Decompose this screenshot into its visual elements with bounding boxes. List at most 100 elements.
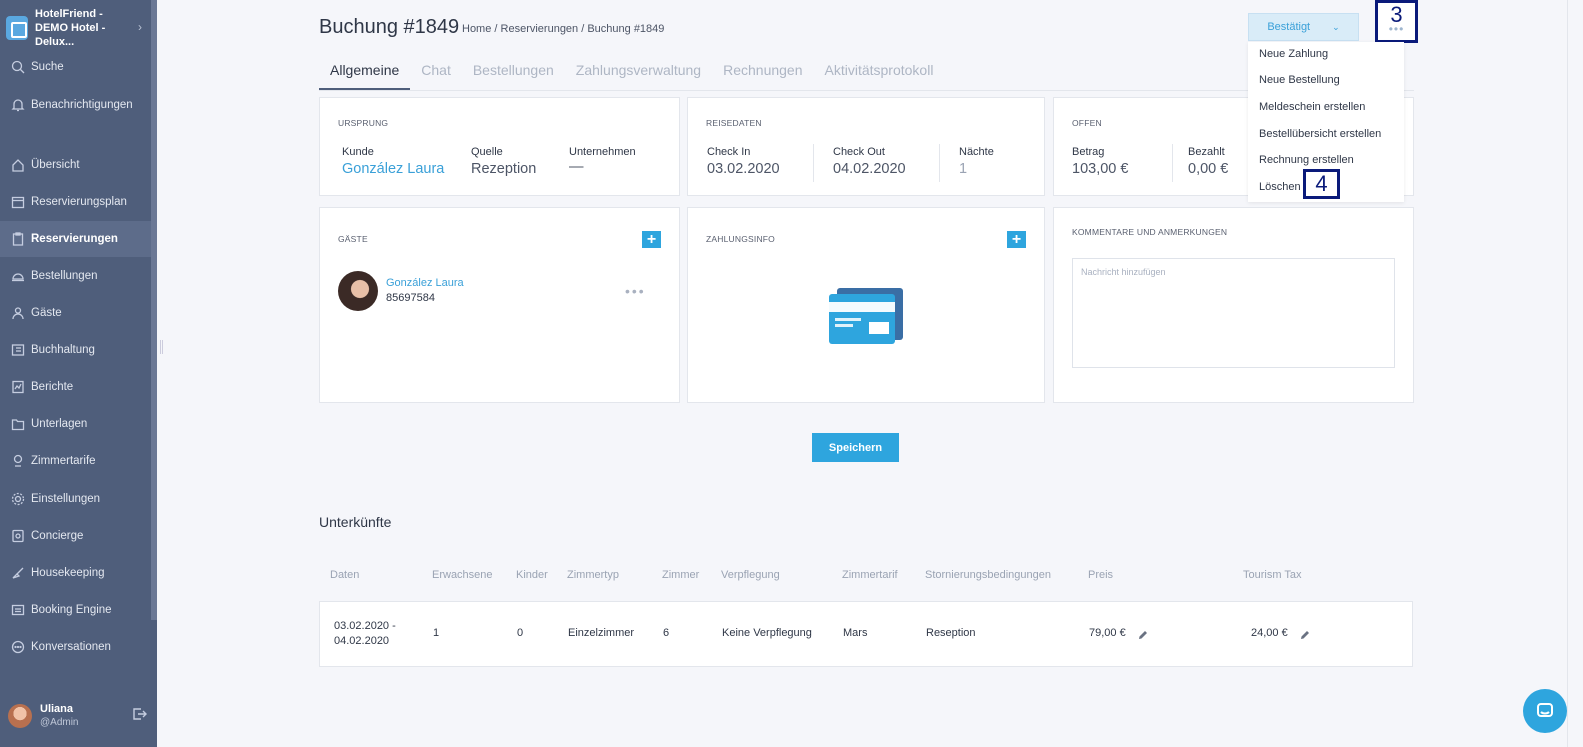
sidebar-item-documents[interactable]: Unterlagen bbox=[0, 406, 151, 442]
sidebar-item-guests[interactable]: Gäste bbox=[0, 295, 151, 331]
source-label: Quelle bbox=[471, 146, 503, 158]
menu-item-create-invoice[interactable]: Rechnung erstellen bbox=[1259, 150, 1399, 170]
calendar-icon bbox=[10, 195, 25, 210]
payment-info-title: ZAHLUNGSINFO bbox=[706, 234, 775, 244]
more-dots-icon: ••• bbox=[1388, 22, 1405, 36]
sidebar-collapse-handle[interactable] bbox=[160, 340, 163, 354]
comments-title: KOMMENTARE UND ANMERKUNGEN bbox=[1072, 227, 1228, 237]
status-dropdown[interactable]: Bestätigt ⌄ bbox=[1248, 13, 1359, 41]
breadcrumb[interactable]: Home / Reservierungen / Buchung #1849 bbox=[462, 23, 664, 35]
customer-link[interactable]: González Laura bbox=[342, 161, 444, 177]
sidebar: HotelFriend - DEMO Hotel - Delux... › Su… bbox=[0, 0, 157, 747]
tab-general[interactable]: Allgemeine bbox=[319, 56, 411, 91]
nights-label: Nächte bbox=[959, 146, 994, 158]
sidebar-item-label: Buchhaltung bbox=[31, 344, 95, 356]
annotation-marker-4: 4 bbox=[1303, 169, 1340, 199]
sidebar-item-overview[interactable]: Übersicht bbox=[0, 147, 151, 183]
gear-icon bbox=[10, 492, 25, 507]
add-guest-button[interactable]: + bbox=[642, 231, 661, 248]
edit-price-pencil-icon[interactable] bbox=[1138, 629, 1148, 639]
accommodations-title: Unterkünfte bbox=[319, 514, 392, 530]
column-header-tourism-tax: Tourism Tax bbox=[1243, 569, 1302, 581]
guest-avatar bbox=[338, 271, 378, 311]
menu-item-new-payment[interactable]: Neue Zahlung bbox=[1259, 44, 1399, 64]
sidebar-item-booking-engine[interactable]: Booking Engine bbox=[0, 592, 151, 628]
sidebar-item-reports[interactable]: Berichte bbox=[0, 369, 151, 405]
amount-value: 103,00 € bbox=[1072, 161, 1129, 177]
row-room: 6 bbox=[663, 627, 670, 639]
sidebar-item-label: Housekeeping bbox=[31, 567, 105, 579]
sidebar-item-reservations[interactable]: Reservierungen bbox=[0, 221, 151, 257]
save-button[interactable]: Speichern bbox=[812, 433, 899, 462]
more-actions-button[interactable]: 3 ••• bbox=[1375, 0, 1418, 43]
sidebar-item-accounting[interactable]: Buchhaltung bbox=[0, 332, 151, 368]
chat-icon bbox=[10, 640, 25, 655]
person-icon bbox=[10, 306, 25, 321]
tab-payment-management[interactable]: Zahlungsverwaltung bbox=[565, 56, 712, 91]
row-date-from: 03.02.2020 - bbox=[334, 620, 396, 632]
status-label: Bestätigt bbox=[1267, 21, 1311, 33]
menu-item-new-order[interactable]: Neue Bestellung bbox=[1259, 70, 1399, 90]
edit-tax-pencil-icon[interactable] bbox=[1300, 629, 1310, 639]
guest-name-link[interactable]: González Laura bbox=[386, 277, 464, 289]
sidebar-item-room-rates[interactable]: Zimmertarife bbox=[0, 443, 151, 479]
sidebar-item-label: Reservierungsplan bbox=[31, 196, 127, 208]
sidebar-item-housekeeping[interactable]: Housekeeping bbox=[0, 555, 151, 591]
search-icon bbox=[10, 60, 25, 75]
tab-invoices[interactable]: Rechnungen bbox=[712, 56, 813, 91]
user-profile[interactable]: Uliana @Admin bbox=[8, 700, 153, 732]
sidebar-item-label: Übersicht bbox=[31, 159, 80, 171]
sidebar-item-label: Berichte bbox=[31, 381, 74, 393]
customer-label: Kunde bbox=[342, 146, 374, 158]
sidebar-item-conversations[interactable]: Konversationen bbox=[0, 629, 151, 665]
divider bbox=[1172, 144, 1173, 182]
sidebar-item-label: Suche bbox=[31, 61, 64, 73]
nights-value: 1 bbox=[959, 161, 968, 177]
sidebar-item-settings[interactable]: Einstellungen bbox=[0, 481, 151, 517]
sidebar-item-search[interactable]: Suche bbox=[0, 49, 151, 85]
chat-bubble-icon bbox=[1537, 703, 1553, 717]
chevron-right-icon: › bbox=[138, 20, 142, 34]
hotel-switcher[interactable]: HotelFriend - DEMO Hotel - Delux... › bbox=[6, 8, 146, 48]
checkin-label: Check In bbox=[707, 146, 751, 158]
tab-orders[interactable]: Bestellungen bbox=[462, 56, 565, 91]
paid-label: Bezahlt bbox=[1188, 146, 1225, 158]
cloche-icon bbox=[10, 269, 25, 284]
report-icon bbox=[10, 380, 25, 395]
annotation-marker-4-label: 4 bbox=[1315, 171, 1328, 196]
sidebar-item-orders[interactable]: Bestellungen bbox=[0, 258, 151, 294]
guests-card bbox=[319, 207, 680, 403]
row-board: Keine Verpflegung bbox=[722, 627, 812, 639]
column-header-cancellation: Stornierungsbedingungen bbox=[925, 569, 1051, 581]
menu-item-create-registration-form[interactable]: Meldeschein erstellen bbox=[1259, 97, 1399, 117]
sidebar-item-label: Booking Engine bbox=[31, 604, 112, 616]
divider bbox=[813, 144, 814, 182]
sidebar-item-notifications[interactable]: Benachrichtigungen bbox=[0, 87, 151, 123]
support-chat-button[interactable] bbox=[1523, 689, 1567, 733]
comment-input[interactable] bbox=[1073, 259, 1394, 367]
row-date-to: 04.02.2020 bbox=[334, 635, 390, 647]
page-title: Buchung #1849 bbox=[319, 16, 460, 38]
guest-more-icon[interactable]: ••• bbox=[625, 283, 646, 299]
row-rate: Mars bbox=[843, 627, 868, 639]
sidebar-item-label: Zimmertarife bbox=[31, 455, 96, 467]
tab-activity-log[interactable]: Aktivitätsprotokoll bbox=[814, 56, 945, 91]
sidebar-scrollbar[interactable] bbox=[151, 0, 157, 620]
page-scrollbar[interactable] bbox=[1567, 0, 1568, 747]
ledger-icon bbox=[10, 343, 25, 358]
tab-bar: Allgemeine Chat Bestellungen Zahlungsver… bbox=[319, 56, 944, 91]
sidebar-item-reservation-plan[interactable]: Reservierungsplan bbox=[0, 184, 151, 220]
home-icon bbox=[10, 158, 25, 173]
column-header-dates: Daten bbox=[330, 569, 360, 581]
hotelfriend-logo-icon bbox=[6, 16, 28, 40]
sidebar-item-concierge[interactable]: Concierge bbox=[0, 518, 151, 554]
row-price: 79,00 € bbox=[1089, 627, 1126, 639]
tab-chat[interactable]: Chat bbox=[410, 56, 462, 91]
menu-item-create-order-summary[interactable]: Bestellübersicht erstellen bbox=[1259, 124, 1399, 144]
add-payment-button[interactable]: + bbox=[1007, 231, 1026, 248]
paid-value: 0,00 € bbox=[1188, 161, 1229, 177]
row-room-type: Einzelzimmer bbox=[568, 627, 635, 639]
bell-icon bbox=[10, 98, 25, 113]
logout-icon[interactable] bbox=[131, 706, 147, 722]
row-tourism-tax: 24,00 € bbox=[1251, 627, 1288, 639]
